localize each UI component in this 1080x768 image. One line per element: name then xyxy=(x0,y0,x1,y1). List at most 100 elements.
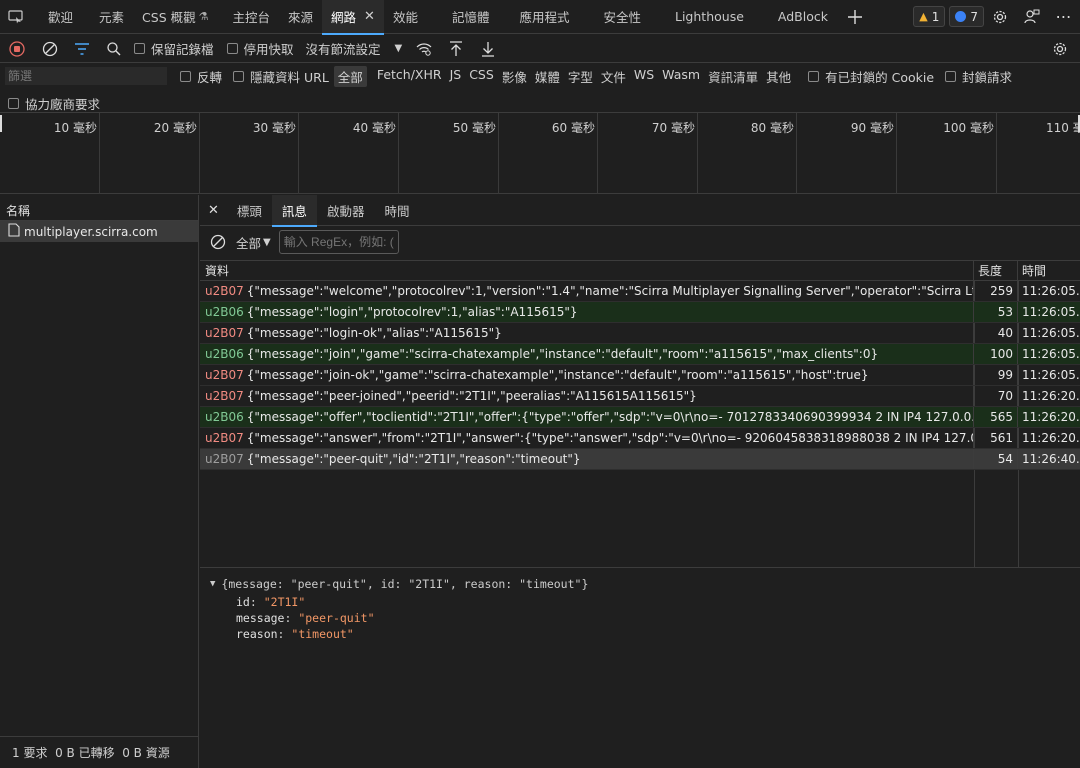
tab-css-overview[interactable]: CSS 概觀 ⚗ xyxy=(133,0,217,34)
disable-cache-checkbox[interactable]: 停用快取 xyxy=(226,39,294,58)
plus-icon[interactable] xyxy=(839,0,871,34)
clear-messages-icon[interactable] xyxy=(200,228,236,256)
gear-icon[interactable] xyxy=(984,0,1016,34)
timeline-label: 90 毫秒 xyxy=(850,121,894,135)
tab-console[interactable]: 主控台 xyxy=(223,0,279,34)
regex-filter-input[interactable] xyxy=(278,230,399,254)
search-icon[interactable] xyxy=(98,35,130,63)
tab-label: 來源 xyxy=(288,10,314,25)
checkbox[interactable] xyxy=(8,98,19,109)
filter-type-img[interactable]: 影像 xyxy=(498,66,531,87)
message-data-cell: u2B06 {"message":"login","protocolrev":1,… xyxy=(200,302,974,322)
filter-type-all[interactable]: 全部 xyxy=(333,66,367,87)
tab-messages[interactable]: 訊息 xyxy=(271,194,317,227)
table-header: 資料 長度 時間 xyxy=(200,261,1080,281)
download-icon[interactable] xyxy=(472,35,504,63)
filter-type-wasm[interactable]: Wasm xyxy=(658,66,704,87)
tab-label: CSS 概觀 xyxy=(142,10,196,25)
message-data-cell: u2B07 {"message":"peer-quit","id":"2T1I",… xyxy=(200,449,974,469)
timeline-label: 80 毫秒 xyxy=(750,121,794,135)
time-column-header[interactable]: 時間 xyxy=(1018,261,1080,280)
tab-sources[interactable]: 來源 xyxy=(279,0,322,34)
feedback-icon[interactable] xyxy=(1016,0,1048,34)
message-data: {"message":"offer","toclientid":"2T1I","… xyxy=(246,410,974,424)
upload-icon[interactable] xyxy=(440,35,472,63)
tab-welcome[interactable]: 歡迎 xyxy=(39,0,82,34)
length-column-header[interactable]: 長度 xyxy=(974,261,1018,280)
blocked-requests-checkbox[interactable]: 封鎖請求 xyxy=(945,67,1012,86)
device-toolbar-icon[interactable] xyxy=(0,0,32,34)
tab-lighthouse[interactable]: Lighthouse xyxy=(666,0,753,34)
network-conditions-icon[interactable] xyxy=(408,35,440,63)
table-row[interactable]: u2B07 {"message":"peer-joined","peerid":"… xyxy=(200,386,1080,407)
tab-elements[interactable]: 元素 xyxy=(90,0,133,34)
warnings-badge[interactable]: ▲ 1 xyxy=(913,6,946,27)
issues-badge[interactable]: 7 xyxy=(949,6,984,27)
filter-type-font[interactable]: 字型 xyxy=(564,66,597,87)
table-row[interactable]: u2B07 {"message":"join-ok","game":"scirra… xyxy=(200,365,1080,386)
checkbox[interactable] xyxy=(226,43,238,54)
table-row[interactable]: u2B07 {"message":"welcome","protocolrev":… xyxy=(200,281,1080,302)
message-data-cell: u2B07 {"message":"join-ok","game":"scirra… xyxy=(200,365,974,385)
status-bar: 1 要求 0 B 已轉移 0 B 資源 xyxy=(0,736,199,768)
throttling-select[interactable]: 沒有節流設定 ▼ xyxy=(306,39,403,58)
throttling-value: 沒有節流設定 xyxy=(305,42,381,57)
timeline-overview[interactable]: 10 毫秒 20 毫秒 30 毫秒 40 毫秒 50 毫秒 60 毫秒 70 毫… xyxy=(0,112,1080,194)
hide-data-urls-checkbox[interactable]: 隱藏資料 URL xyxy=(233,67,329,86)
table-row[interactable]: u2B06 {"message":"join","game":"scirra-ch… xyxy=(200,344,1080,365)
more-icon[interactable]: ⋯ xyxy=(1048,0,1080,34)
table-row[interactable]: u2B06 {"message":"offer","toclientid":"2T… xyxy=(200,407,1080,428)
message-type-select[interactable]: 全部 ▼ xyxy=(236,233,271,252)
checkbox[interactable] xyxy=(233,71,245,82)
chevron-down-icon: ▼ xyxy=(394,43,403,54)
close-icon[interactable]: ✕ xyxy=(200,195,227,226)
table-row[interactable]: u2B07 {"message":"login-ok","alias":"A115… xyxy=(200,323,1080,344)
record-icon[interactable] xyxy=(0,35,34,63)
checkbox[interactable] xyxy=(134,43,145,54)
close-icon[interactable]: ✕ xyxy=(364,9,375,24)
checkbox[interactable] xyxy=(945,71,957,82)
tab-headers[interactable]: 標頭 xyxy=(227,195,272,226)
filter-type-other[interactable]: 其他 xyxy=(762,66,795,87)
tab-performance[interactable]: 效能 xyxy=(384,0,427,34)
third-party-checkbox[interactable]: 協力廠商要求 xyxy=(8,94,100,113)
filter-type-css[interactable]: CSS xyxy=(465,66,498,87)
filter-type-media[interactable]: 媒體 xyxy=(531,66,564,87)
message-time: 11:26:05... xyxy=(1022,326,1080,340)
message-data: {"message":"login","protocolrev":1,"alia… xyxy=(246,305,578,319)
tab-adblock[interactable]: AdBlock xyxy=(769,0,837,34)
request-row[interactable]: multiplayer.scirra.com xyxy=(0,221,198,242)
object-property: message: "peer-quit" xyxy=(236,611,375,625)
name-column-header[interactable]: 名稱 xyxy=(0,195,198,221)
tab-network[interactable]: 網路 ✕ xyxy=(322,0,384,35)
blocked-cookies-checkbox[interactable]: 有已封鎖的 Cookie xyxy=(808,67,934,86)
message-length: 99 xyxy=(974,365,1018,385)
message-data: {"message":"peer-joined","peerid":"2T1I"… xyxy=(246,389,697,403)
table-row[interactable]: u2B07 {"message":"peer-quit","id":"2T1I",… xyxy=(200,449,1080,470)
invert-label: 反轉 xyxy=(197,70,223,85)
checkbox[interactable] xyxy=(808,71,820,82)
table-row[interactable]: u2B07 {"message":"answer","from":"2T1I","… xyxy=(200,428,1080,449)
tab-initiator[interactable]: 啟動器 xyxy=(317,195,375,226)
filter-type-manifest[interactable]: 資訊清單 xyxy=(704,66,762,87)
invert-checkbox[interactable]: 反轉 xyxy=(180,67,222,86)
table-row[interactable]: u2B06 {"message":"login","protocolrev":1,… xyxy=(200,302,1080,323)
tab-security[interactable]: 安全性 xyxy=(594,0,650,34)
warning-icon: ▲ xyxy=(919,10,928,23)
data-column-header[interactable]: 資料 xyxy=(200,261,974,280)
network-settings-icon[interactable] xyxy=(1044,35,1076,63)
filter-type-js[interactable]: JS xyxy=(446,66,466,87)
filter-type-doc[interactable]: 文件 xyxy=(597,66,630,87)
preserve-log-checkbox[interactable]: 保留記錄檔 xyxy=(134,39,214,58)
tab-memory[interactable]: 記憶體 xyxy=(443,0,499,34)
tab-timing[interactable]: 時間 xyxy=(374,195,419,226)
expand-triangle-icon[interactable]: ▼ xyxy=(210,579,215,589)
filter-icon[interactable] xyxy=(66,35,98,63)
blocked-cookies-label: 有已封鎖的 Cookie xyxy=(825,70,935,85)
filter-type-ws[interactable]: WS xyxy=(630,66,658,87)
checkbox[interactable] xyxy=(180,71,191,82)
filter-type-fetch[interactable]: Fetch/XHR xyxy=(373,66,446,87)
clear-icon[interactable] xyxy=(34,35,66,63)
property-value: "timeout" xyxy=(291,627,354,641)
tab-application[interactable]: 應用程式 xyxy=(510,0,578,34)
